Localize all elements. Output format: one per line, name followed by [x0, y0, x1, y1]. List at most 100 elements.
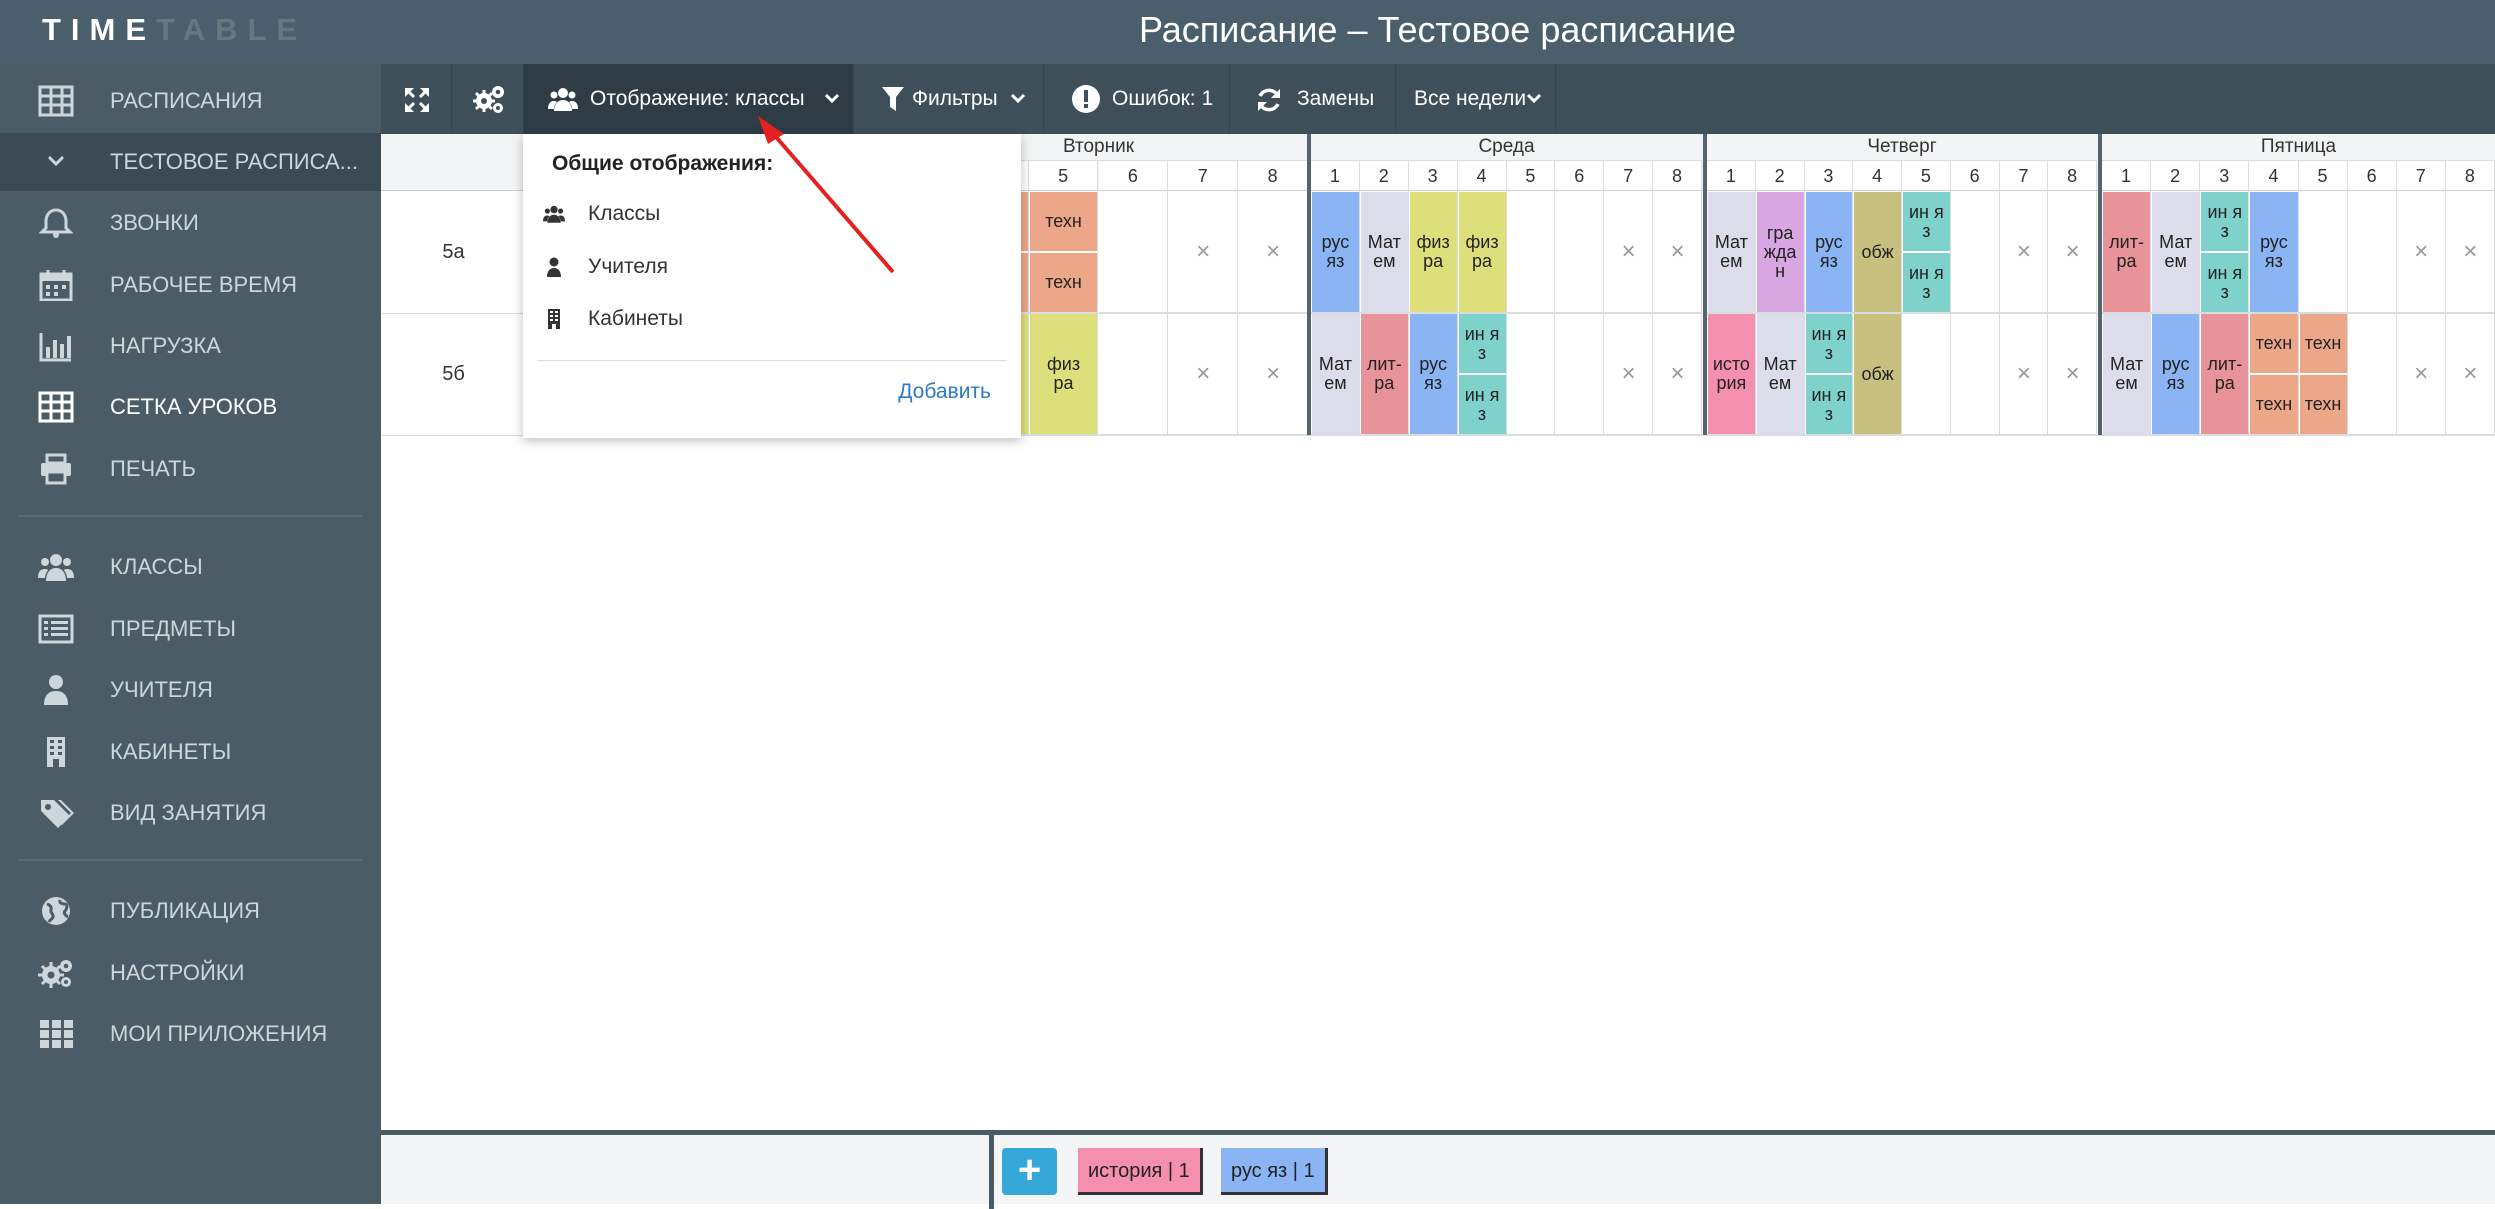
sidebar-item-my-apps[interactable]: МОИ ПРИЛОЖЕНИЯ [0, 1005, 381, 1063]
blocked-cell-icon: × [1266, 238, 1281, 265]
app-logo[interactable]: TIMETABLE [42, 12, 307, 48]
lesson-block[interactable]: ин яз [2201, 192, 2249, 251]
sidebar-item-settings[interactable]: НАСТРОЙКИ [0, 944, 381, 1002]
lesson-block[interactable]: техн [2250, 375, 2298, 434]
lesson-block[interactable]: ин яз [1458, 314, 1506, 373]
schedule-cell[interactable] [2347, 313, 2397, 435]
lesson-block[interactable]: гра жда н [1756, 192, 1804, 312]
lesson-block[interactable]: Матем [1708, 192, 1755, 312]
replacements-button[interactable]: Замены [1230, 64, 1396, 134]
schedule-cell[interactable] [1506, 191, 1556, 313]
day-divider [2098, 134, 2102, 435]
lesson-block[interactable]: Матем [2103, 314, 2151, 434]
period-number: 8 [1653, 161, 1702, 191]
list-icon [38, 614, 74, 644]
errors-button[interactable]: Ошибок: 1 [1044, 64, 1230, 134]
class-row-label[interactable]: 5а [381, 191, 526, 313]
lesson-block[interactable]: техн [1029, 253, 1098, 312]
sidebar-item-subjects[interactable]: ПРЕДМЕТЫ [0, 600, 381, 658]
schedule-cell[interactable] [1555, 191, 1605, 313]
sidebar-item-publication[interactable]: ПУБЛИКАЦИЯ [0, 882, 381, 940]
blocked-cell-icon: × [2016, 360, 2031, 387]
lesson-block[interactable]: ин яз [2201, 253, 2249, 312]
sidebar-item-test-schedule[interactable]: ТЕСТОВОЕ РАСПИСА... [0, 133, 381, 191]
sidebar-item-work-time[interactable]: РАБОЧЕЕ ВРЕМЯ [0, 256, 381, 314]
lesson-block[interactable]: физра [1409, 192, 1457, 312]
lesson-block[interactable]: Матем [2152, 192, 2200, 312]
period-number: 2 [1755, 161, 1805, 191]
lesson-block[interactable]: техн [2299, 375, 2347, 434]
period-number: 1 [2102, 161, 2152, 191]
lesson-block[interactable]: ин яз [1805, 314, 1853, 373]
menu-divider [537, 360, 1007, 361]
period-number: 4 [2249, 161, 2299, 191]
globe-icon [42, 897, 70, 925]
filters-label: Фильтры [912, 87, 998, 110]
lesson-block[interactable]: исто рия [1708, 314, 1755, 434]
refresh-icon [1258, 88, 1280, 112]
lesson-block[interactable]: русяз [2250, 192, 2298, 312]
lesson-block[interactable]: русяз [1409, 314, 1457, 434]
lesson-block[interactable]: ин яз [1903, 253, 1950, 312]
schedule-cell[interactable] [1950, 191, 2000, 313]
day-header: Четверг [1707, 134, 2097, 161]
add-display-link[interactable]: Добавить [898, 380, 991, 404]
lesson-block[interactable]: обж [1854, 314, 1901, 434]
lesson-block[interactable]: Матем [1756, 314, 1804, 434]
sidebar-item-lesson-grid[interactable]: СЕТКА УРОКОВ [0, 378, 381, 436]
chevron-down-icon [1010, 93, 1026, 104]
add-lesson-button[interactable]: + [1002, 1148, 1057, 1195]
class-row-label[interactable]: 5б [381, 313, 526, 435]
lesson-block[interactable]: физра [1458, 192, 1506, 312]
schedule-cell[interactable] [2298, 191, 2348, 313]
lesson-block[interactable]: техн [2250, 314, 2298, 373]
lesson-block[interactable]: техн [1029, 192, 1098, 251]
fullscreen-button[interactable] [381, 64, 452, 134]
sidebar-item-bells[interactable]: ЗВОНКИ [0, 194, 381, 252]
sidebar-item-lesson-type[interactable]: ВИД ЗАНЯТИЯ [0, 784, 381, 842]
gears-icon [38, 960, 72, 988]
weeks-dropdown[interactable]: Все недели [1396, 64, 1556, 134]
lesson-block[interactable]: лит-ра [2201, 314, 2249, 434]
lesson-block[interactable]: обж [1854, 192, 1901, 312]
sidebar-item-schedules[interactable]: РАСПИСАНИЯ [0, 72, 381, 130]
lesson-block[interactable]: ин яз [1903, 192, 1950, 251]
lesson-block[interactable]: физра [1029, 314, 1098, 434]
lesson-block[interactable]: русяз [1312, 192, 1359, 312]
sidebar-item-label: ПЕЧАТЬ [110, 456, 196, 481]
schedule-cell[interactable] [1098, 313, 1169, 435]
blocked-cell-icon: × [2065, 360, 2080, 387]
sidebar-item-teachers[interactable]: УЧИТЕЛЯ [0, 661, 381, 719]
chevron-down-icon [824, 93, 840, 104]
sidebar-item-workload[interactable]: НАГРУЗКА [0, 317, 381, 375]
period-number: 7 [1999, 161, 2049, 191]
lesson-block[interactable]: русяз [2152, 314, 2200, 434]
lesson-block[interactable]: Матем [1312, 314, 1359, 434]
bar-chart-icon [39, 333, 71, 362]
lesson-block[interactable]: техн [2299, 314, 2347, 373]
unplaced-lesson-chip[interactable]: рус яз | 1 [1221, 1148, 1328, 1195]
lesson-block[interactable]: лит-ра [2103, 192, 2151, 312]
lesson-block[interactable]: Матем [1360, 192, 1408, 312]
unplaced-lesson-chip[interactable]: история | 1 [1078, 1148, 1203, 1195]
schedule-cell[interactable] [1950, 313, 2000, 435]
sidebar-item-label: ВИД ЗАНЯТИЯ [110, 800, 267, 825]
period-number: 8 [1238, 161, 1308, 191]
lesson-block[interactable]: лит-ра [1360, 314, 1408, 434]
lesson-block[interactable]: русяз [1805, 192, 1853, 312]
sidebar-item-label: НАГРУЗКА [110, 333, 221, 358]
settings-button[interactable] [452, 64, 524, 134]
schedule-cell[interactable] [1902, 313, 1951, 435]
schedule-cell[interactable] [1506, 313, 1556, 435]
sidebar-item-classes[interactable]: КЛАССЫ [0, 538, 381, 596]
sidebar-item-rooms[interactable]: КАБИНЕТЫ [0, 723, 381, 781]
schedule-cell[interactable] [1555, 313, 1605, 435]
day-header: Пятница [2102, 134, 2495, 161]
schedule-cell[interactable] [2347, 191, 2397, 313]
sidebar-item-print[interactable]: ПЕЧАТЬ [0, 440, 381, 498]
lesson-block[interactable]: ин яз [1458, 375, 1506, 434]
schedule-cell[interactable] [1098, 191, 1169, 313]
sidebar-item-label: РАБОЧЕЕ ВРЕМЯ [110, 272, 298, 297]
chevron-down-icon [47, 155, 65, 167]
lesson-block[interactable]: ин яз [1805, 375, 1853, 434]
